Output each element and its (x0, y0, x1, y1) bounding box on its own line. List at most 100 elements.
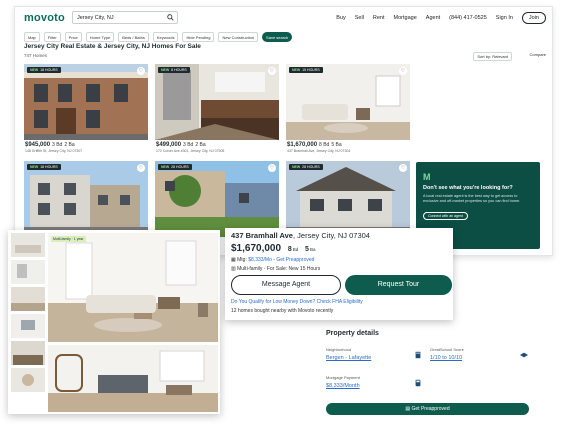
property-type-text: Multi-family · For Sale: New 15 Hours (237, 266, 321, 272)
join-button[interactable]: Join (521, 12, 546, 24)
photo-gallery: Multi-family · 1 year (8, 230, 220, 414)
new-badge: NEW 18 HOURS (27, 67, 61, 73)
property-type-tag: Multi-family · 1 year (51, 236, 86, 242)
filter-keywords[interactable]: Keywords (152, 32, 179, 42)
listing-photo[interactable]: NEW 8 HOURS ♡ (155, 64, 279, 140)
listing-price: $1,670,000 (287, 142, 318, 148)
nav-agent[interactable]: Agent (426, 15, 440, 21)
new-badge: NEW 28 HOURS (158, 164, 192, 170)
get-preapproved-link[interactable]: Get Preapproved (276, 257, 314, 263)
nearby-homes-text: 12 homes bought nearby with Movoto recen… (231, 308, 334, 314)
listing-address[interactable]: 148 Griffith St, Jersey City, NJ 07307 (24, 148, 148, 154)
heart-icon[interactable]: ♡ (399, 67, 407, 75)
property-details-section: Property details Neighborhood Bergen - L… (326, 330, 532, 420)
gallery-thumbnail[interactable] (11, 233, 45, 257)
filter-price[interactable]: Price (64, 32, 82, 42)
page-title: Jersey City Real Estate & Jersey City, N… (24, 43, 201, 50)
message-agent-button[interactable]: Message Agent (231, 275, 341, 295)
mortgage-value-link[interactable]: $8,333/Mo (248, 257, 272, 263)
filter-bar: Map Filter Price Home Type Beds / Baths … (24, 32, 293, 42)
filter-hide-pending[interactable]: Hide Pending (182, 32, 215, 42)
listing-photo[interactable]: NEW 18 HOURS ♡ (24, 64, 148, 140)
gallery-thumbnail[interactable] (11, 368, 45, 392)
new-badge: NEW 8 HOURS (158, 67, 190, 73)
nav-mortgage[interactable]: Mortgage (394, 15, 417, 21)
header-nav: Buy Sell Rent Mortgage Agent (844) 417-0… (336, 12, 546, 24)
listing-card[interactable]: NEW 18 HOURS ♡ (24, 161, 148, 237)
mortgage-payment-link[interactable]: $8,333/Month (326, 383, 360, 389)
filter-map[interactable]: Map (24, 32, 40, 42)
search-icon[interactable] (167, 14, 174, 21)
sign-in-link[interactable]: Sign In (496, 15, 513, 21)
bath-count: 5Ba (305, 246, 316, 253)
gallery-secondary-photo[interactable] (48, 345, 218, 412)
gallery-main-photo[interactable]: Multi-family · 1 year (48, 233, 218, 342)
property-type-row: ▥ Multi-family · For Sale: New 15 Hours (231, 266, 447, 272)
filter-filter[interactable]: Filter (43, 32, 61, 42)
listing-address-heading: 437 Bramhall Ave, Jersey City, NJ 07304 (231, 231, 370, 240)
listing-baths: 2 Ba (64, 142, 75, 148)
nav-sell[interactable]: Sell (355, 15, 364, 21)
new-badge: NEW 15 HOURS (289, 67, 323, 73)
heart-icon[interactable]: ♡ (137, 67, 145, 75)
listing-page: movoto Jersey City, NJ Buy Sell Rent Mor… (14, 6, 553, 256)
listing-card[interactable]: NEW 15 HOURS ♡ $1,670,000 8 Bd 5 Ba 437 Bra… (286, 64, 410, 154)
request-tour-button[interactable]: Request Tour (345, 275, 452, 295)
filter-new-construction[interactable]: New Construction (218, 32, 259, 42)
listing-price: $945,000 (25, 142, 51, 148)
nav-rent[interactable]: Rent (373, 15, 385, 21)
new-badge: NEW 28 HOURS (289, 164, 323, 170)
listing-beds: 3 Bd (183, 142, 194, 148)
bed-count: 8Bd (287, 246, 299, 253)
sort-dropdown[interactable]: Sort by: Relevant (473, 52, 512, 61)
gallery-thumbnail[interactable] (11, 314, 45, 338)
connect-agent-button[interactable]: Connect with an agent (423, 211, 468, 220)
gallery-thumbnail[interactable] (11, 341, 45, 365)
mortgage-row: ▦ Mtg: $8,333/Mo - Get Preapproved (231, 257, 315, 263)
gallery-thumbnail[interactable] (11, 287, 45, 311)
phone-number[interactable]: (844) 417-0525 (449, 15, 487, 21)
school-score-label: GreatSchool Score (430, 347, 464, 352)
save-search-button[interactable]: Save search (262, 32, 293, 42)
promo-text: A local real estate agent is the best wa… (423, 194, 521, 203)
top-navigation: movoto Jersey City, NJ Buy Sell Rent Mor… (15, 7, 552, 29)
compare-toggle[interactable]: Compare (530, 52, 546, 57)
mortgage-label: Mtg: (237, 257, 247, 263)
listing-card[interactable]: NEW 18 HOURS ♡ $945,000 3 Bd 2 Ba 148 Griff… (24, 64, 148, 154)
heart-icon[interactable]: ♡ (268, 164, 276, 172)
listing-photo[interactable]: NEW 28 HOURS ♡ (286, 161, 410, 237)
thumbnail-strip (11, 233, 45, 395)
document-icon: ▤ (405, 406, 411, 412)
listing-address[interactable]: 437 Bramhall Ave, Jersey City, NJ 07304 (286, 148, 410, 154)
nav-buy[interactable]: Buy (336, 15, 345, 21)
listing-card[interactable]: NEW 8 HOURS ♡ $499,000 3 Bd 2 Ba 172 Culver… (155, 64, 279, 154)
heart-icon[interactable]: ♡ (399, 164, 407, 172)
movoto-m-logo: M (423, 172, 431, 182)
filter-home-type[interactable]: Home Type (85, 32, 115, 42)
graduation-cap-icon (520, 352, 528, 358)
filter-beds-baths[interactable]: Beds / Baths (118, 32, 149, 42)
fha-eligibility-link[interactable]: Do You Qualify for Low Money Down? Check… (231, 299, 363, 305)
listing-card[interactable]: NEW 28 HOURS ♡ (155, 161, 279, 237)
listing-photo[interactable]: NEW 18 HOURS ♡ (24, 161, 148, 237)
search-value: Jersey City, NJ (77, 15, 114, 21)
listing-photo[interactable]: NEW 28 HOURS ♡ (155, 161, 279, 237)
neighborhood-label: Neighborhood (326, 347, 352, 352)
school-score-link[interactable]: 1/10 to 10/10 (430, 355, 462, 361)
building-icon (415, 351, 421, 359)
listing-card[interactable]: NEW 28 HOURS ♡ (286, 161, 410, 237)
gallery-thumbnail[interactable] (11, 260, 45, 284)
listing-address[interactable]: 172 Culver Ave #301, Jersey City, NJ 073… (155, 148, 279, 154)
heart-icon[interactable]: ♡ (268, 67, 276, 75)
listing-baths: 5 Ba (331, 142, 342, 148)
listing-photo[interactable]: NEW 15 HOURS ♡ (286, 64, 410, 140)
neighborhood-link[interactable]: Bergen - Lafayette (326, 355, 371, 361)
heart-icon[interactable]: ♡ (137, 164, 145, 172)
movoto-logo[interactable]: movoto (24, 12, 65, 24)
listing-beds: 8 Bd (319, 142, 330, 148)
listing-price: $499,000 (156, 142, 182, 148)
home-count: 747 Homes (24, 53, 48, 58)
get-preapproved-button[interactable]: ▤ Get Preapproved (326, 403, 529, 415)
listing-baths: 2 Ba (195, 142, 206, 148)
search-input[interactable]: Jersey City, NJ (72, 11, 178, 24)
